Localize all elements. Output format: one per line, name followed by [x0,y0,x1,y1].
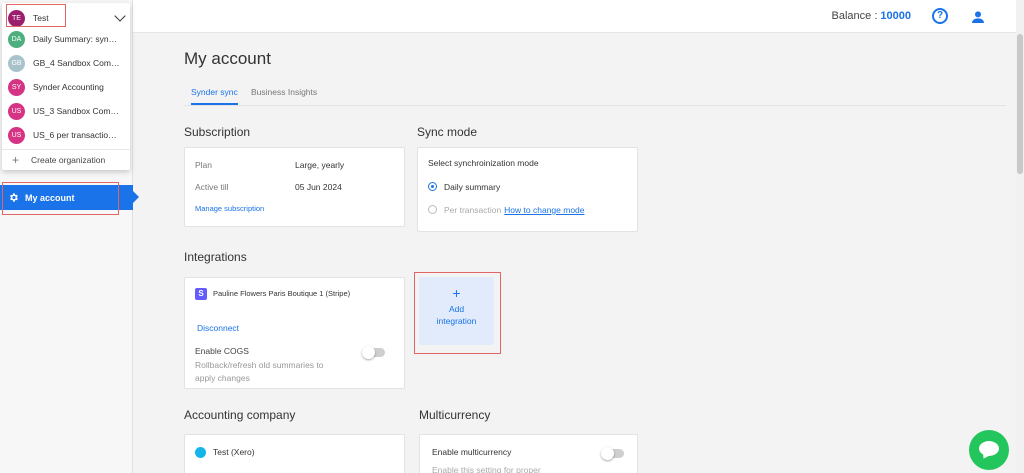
main-content: My account Synder sync Business Insights… [133,34,1016,473]
radio-daily-summary[interactable] [428,182,437,191]
subscription-title: Subscription [184,125,251,139]
tab-bar: Synder sync Business Insights [184,86,1006,106]
multicurrency-description: Enable this setting for proper [432,465,541,473]
org-item-label: US_6 per transaction ... [33,130,121,140]
top-header: Balance :10000 ? [133,0,1024,33]
help-icon[interactable]: ? [932,8,948,24]
enable-cogs-description: Rollback/refresh old summaries to apply … [195,360,324,383]
org-item[interactable]: SY Synder Accounting [2,75,130,99]
organization-dropdown: TE Test DA Daily Summary: sync ... GB GB… [2,3,130,170]
active-till-value: 05 Jun 2024 [295,182,342,192]
balance-display: Balance :10000 [832,10,911,22]
subscription-card: Plan Large, yearly Active till 05 Jun 20… [184,147,405,227]
scrollbar-thumb[interactable] [1017,34,1023,174]
org-avatar: SY [8,78,25,96]
create-organization-button[interactable]: + Create organization [2,149,130,170]
accounting-company-card: Test (Xero) [184,434,405,473]
tab-synder-sync[interactable]: Synder sync [191,87,238,105]
radio-per-transaction-label: Per transaction How to change mode [444,205,585,215]
plan-value: Large, yearly [295,160,345,170]
enable-multicurrency-label: Enable multicurrency [432,447,512,457]
multicurrency-card: Enable multicurrency Enable this setting… [419,434,638,473]
how-to-change-mode-link[interactable]: How to change mode [504,205,584,215]
per-transaction-text: Per transaction [444,205,502,215]
sync-mode-card: Select synchroinization mode Daily summa… [417,147,638,232]
stripe-logo-icon: S [195,288,207,300]
active-till-label: Active till [195,182,229,192]
org-item-label: Daily Summary: sync ... [33,34,121,44]
accounting-company-title: Accounting company [184,408,296,422]
plus-icon: + [12,153,20,167]
integration-card: S Pauline Flowers Paris Boutique 1 (Stri… [184,277,405,389]
org-item-label: Synder Accounting [33,82,104,92]
plan-label: Plan [195,160,213,170]
highlight-box [6,4,66,27]
tab-business-insights[interactable]: Business Insights [251,87,317,103]
org-item[interactable]: US US_6 per transaction ... [2,123,130,147]
enable-multicurrency-toggle[interactable] [601,447,624,460]
multicurrency-title: Multicurrency [419,408,491,422]
org-item[interactable]: DA Daily Summary: sync ... [2,27,130,51]
balance-label: Balance : [831,10,878,22]
page-title: My account [184,49,271,68]
org-item-label: GB_4 Sandbox Comp... [33,58,121,68]
balance-value: 10000 [880,10,911,22]
xero-logo-icon [195,447,206,458]
org-item-label: US_3 Sandbox Comp... [33,106,121,116]
radio-per-transaction[interactable] [428,205,437,214]
enable-cogs-label: Enable COGS [195,346,249,356]
highlight-box [414,272,501,354]
chat-button[interactable] [969,430,1009,470]
disconnect-link[interactable]: Disconnect [197,323,239,333]
org-item[interactable]: GB GB_4 Sandbox Comp... [2,51,130,75]
highlight-box [2,182,119,215]
sidebar: TE Test DA Daily Summary: sync ... GB GB… [0,0,139,473]
enable-cogs-toggle[interactable] [362,346,385,359]
org-avatar: US [8,126,25,144]
integrations-title: Integrations [184,250,247,264]
manage-subscription-link[interactable]: Manage subscription [195,204,264,213]
accounting-company-name: Test (Xero) [213,447,255,457]
integration-name: Pauline Flowers Paris Boutique 1 (Stripe… [213,289,351,298]
org-avatar: US [8,102,25,120]
chevron-down-icon[interactable] [114,10,126,22]
user-icon[interactable] [970,9,986,25]
org-avatar: GB [8,54,25,72]
org-avatar: DA [8,30,25,48]
sync-mode-title: Sync mode [417,125,478,139]
radio-daily-summary-label: Daily summary [444,182,501,192]
org-item[interactable]: US US_3 Sandbox Comp... [2,99,130,123]
create-organization-label: Create organization [31,155,106,165]
sync-mode-heading: Select synchroinization mode [428,158,539,168]
